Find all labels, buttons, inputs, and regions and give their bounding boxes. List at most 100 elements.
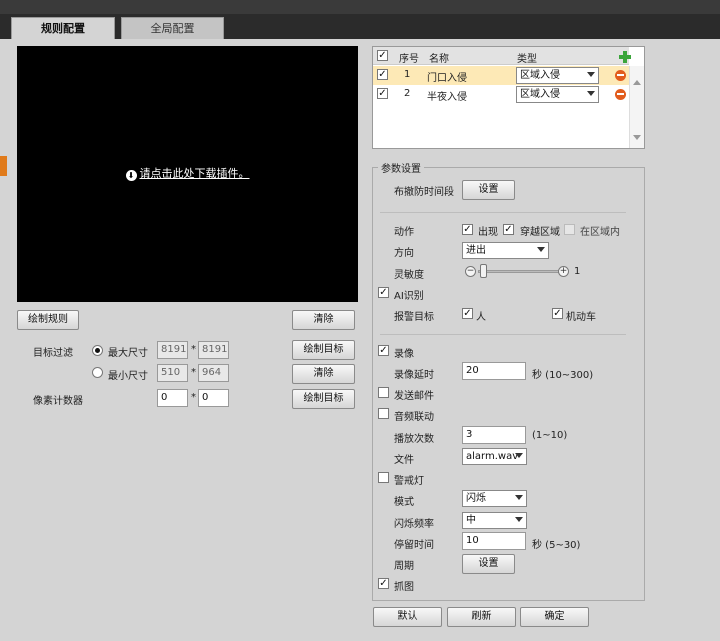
vehicle-checkbox[interactable]: ✓ [552, 308, 563, 319]
mode-value: 闪烁 [466, 493, 486, 504]
confirm-button[interactable]: 确定 [520, 607, 589, 627]
times-sign: * [191, 367, 196, 378]
period-setup-button[interactable]: 设置 [462, 554, 515, 574]
cross-area-checkbox[interactable]: ✓ [503, 224, 514, 235]
action-label: 动作 [394, 227, 414, 238]
chevron-down-icon [515, 453, 523, 458]
table-row[interactable]: ✓ 1 门口入侵 区域入侵 [373, 66, 629, 85]
divider [380, 334, 626, 335]
flash-freq-select[interactable]: 中 [462, 512, 527, 529]
max-height-field[interactable]: 8191 [198, 341, 229, 359]
sensitivity-slider-track[interactable] [478, 270, 562, 273]
header-index: 序号 [399, 54, 419, 65]
chevron-down-icon [537, 247, 545, 252]
direction-label: 方向 [394, 248, 414, 259]
min-size-label: 最小尺寸 [108, 371, 148, 382]
draw-target-button-2[interactable]: 绘制目标 [292, 389, 355, 409]
max-width-field[interactable]: 8191 [157, 341, 188, 359]
warning-light-label: 警戒灯 [394, 476, 424, 487]
record-checkbox[interactable]: ✓ [378, 345, 389, 356]
delete-rule-icon[interactable] [615, 70, 626, 81]
mode-select[interactable]: 闪烁 [462, 490, 527, 507]
chevron-down-icon [587, 72, 595, 77]
person-checkbox[interactable]: ✓ [462, 308, 473, 319]
header-type: 类型 [517, 54, 537, 65]
ai-recognition-checkbox[interactable]: ✓ [378, 287, 389, 298]
side-accent [0, 156, 7, 176]
min-size-radio[interactable] [92, 367, 103, 378]
row-checkbox[interactable]: ✓ [377, 69, 388, 80]
rule-type-select[interactable]: 区域入侵 [516, 86, 599, 103]
row-checkbox[interactable]: ✓ [377, 88, 388, 99]
stay-time-label: 停留时间 [394, 540, 434, 551]
schedule-label: 布撤防时间段 [394, 187, 454, 198]
tab-rule-config[interactable]: 规则配置 [11, 17, 115, 39]
stay-time-field[interactable]: 10 [462, 532, 526, 550]
min-width-field[interactable]: 510 [157, 364, 188, 382]
decrease-sensitivity-button[interactable]: − [465, 266, 476, 277]
add-rule-icon[interactable] [619, 51, 631, 63]
draw-rule-button[interactable]: 绘制规则 [17, 310, 79, 330]
increase-sensitivity-button[interactable]: + [558, 266, 569, 277]
draw-target-button[interactable]: 绘制目标 [292, 340, 355, 360]
row-name: 门口入侵 [427, 73, 467, 84]
refresh-button[interactable]: 刷新 [447, 607, 516, 627]
default-button[interactable]: 默认 [373, 607, 442, 627]
delete-rule-icon[interactable] [615, 89, 626, 100]
max-size-label: 最大尺寸 [108, 348, 148, 359]
in-area-checkbox[interactable] [564, 224, 575, 235]
play-count-field[interactable]: 3 [462, 426, 526, 444]
row-index: 1 [404, 69, 411, 80]
snapshot-checkbox[interactable]: ✓ [378, 578, 389, 589]
min-height-field[interactable]: 964 [198, 364, 229, 382]
header-name: 名称 [429, 54, 449, 65]
chevron-down-icon [587, 91, 595, 96]
appear-checkbox[interactable]: ✓ [462, 224, 473, 235]
audio-link-label: 音频联动 [394, 412, 434, 423]
plugin-download-link[interactable]: ⬇ 请点击此处下载插件。 [17, 165, 358, 181]
row-index: 2 [404, 88, 411, 99]
flash-freq-label: 闪烁频率 [394, 519, 434, 530]
scroll-down-icon[interactable] [633, 135, 641, 140]
param-settings-title: 参数设置 [378, 160, 424, 175]
pixel-height-field[interactable]: 0 [198, 389, 229, 407]
scroll-up-icon[interactable] [633, 80, 641, 85]
chevron-down-icon [515, 495, 523, 500]
record-delay-label: 录像延时 [394, 370, 434, 381]
vehicle-label: 机动车 [566, 312, 596, 323]
warning-light-checkbox[interactable] [378, 472, 389, 483]
pixel-width-field[interactable]: 0 [157, 389, 188, 407]
sensitivity-slider-thumb[interactable] [480, 264, 487, 278]
rule-table-scrollbar[interactable] [629, 66, 644, 148]
chevron-down-icon [515, 517, 523, 522]
select-all-checkbox[interactable]: ✓ [377, 50, 388, 61]
schedule-setup-button[interactable]: 设置 [462, 180, 515, 200]
direction-select[interactable]: 进出 [462, 242, 549, 259]
snapshot-label: 抓图 [394, 582, 414, 593]
audio-link-checkbox[interactable] [378, 408, 389, 419]
record-label: 录像 [394, 349, 414, 360]
appear-label: 出现 [478, 227, 498, 238]
rule-type-select[interactable]: 区域入侵 [516, 67, 599, 84]
flash-freq-value: 中 [466, 515, 476, 526]
plugin-link-text[interactable]: 请点击此处下载插件。 [140, 167, 250, 180]
clear-target-button[interactable]: 清除 [292, 364, 355, 384]
ai-recognition-label: AI识别 [394, 291, 424, 302]
target-filter-label: 目标过滤 [33, 348, 73, 359]
clear-rule-button[interactable]: 清除 [292, 310, 355, 330]
top-bar [0, 0, 720, 14]
table-row[interactable]: ✓ 2 半夜入侵 区域入侵 [373, 85, 629, 104]
download-icon: ⬇ [125, 170, 137, 181]
times-sign: * [191, 392, 196, 403]
direction-value: 进出 [466, 245, 486, 256]
tab-global-config[interactable]: 全局配置 [121, 17, 224, 39]
max-size-radio[interactable] [92, 345, 103, 356]
times-sign: * [191, 344, 196, 355]
audio-file-select[interactable]: alarm.wav [462, 448, 527, 465]
rule-type-value: 区域入侵 [520, 89, 560, 100]
send-email-checkbox[interactable] [378, 387, 389, 398]
record-delay-unit: 秒 (10~300) [532, 370, 594, 381]
record-delay-field[interactable]: 20 [462, 362, 526, 380]
send-email-label: 发送邮件 [394, 391, 434, 402]
pixel-counter-label: 像素计数器 [33, 396, 83, 407]
